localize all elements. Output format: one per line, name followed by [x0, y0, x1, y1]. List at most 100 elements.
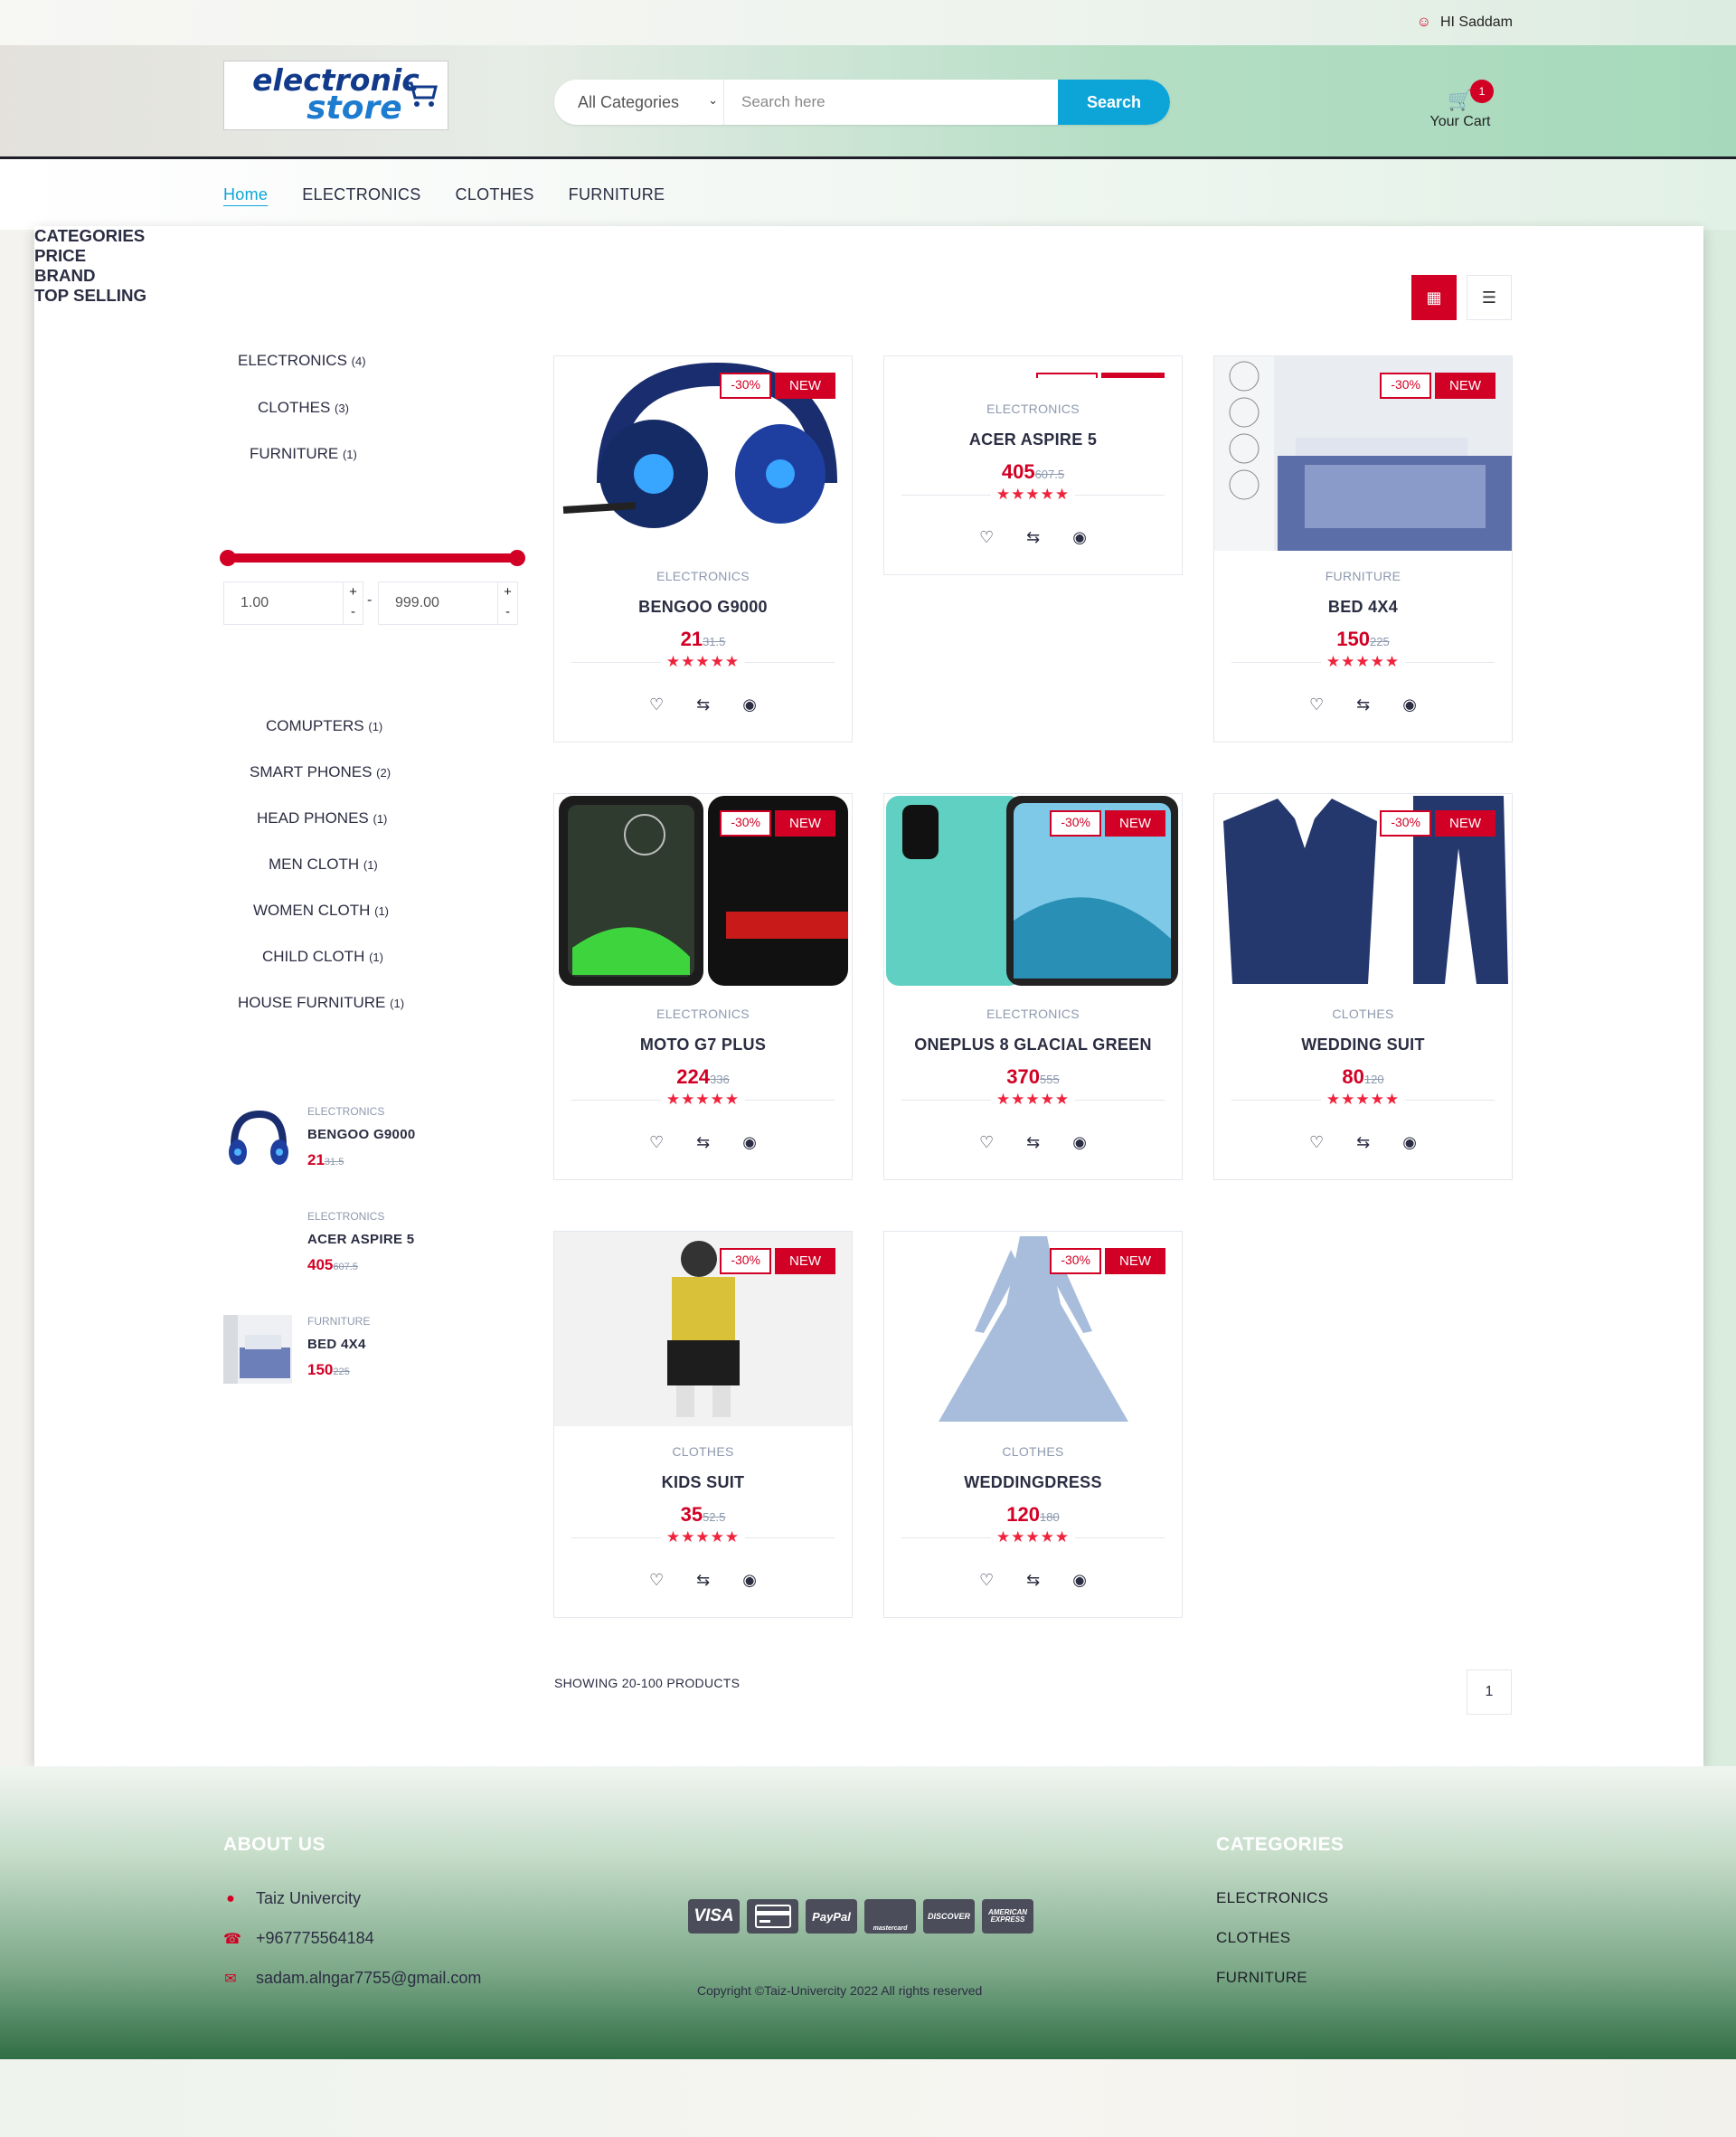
compare-icon[interactable]: ⇆ — [696, 1133, 710, 1152]
product-name[interactable]: BENGOO G9000 — [554, 598, 852, 617]
compare-icon[interactable]: ⇆ — [1356, 695, 1370, 714]
brand-filter-computers[interactable]: COMUPTERS (1) — [266, 717, 382, 735]
product-card[interactable]: -30% NEW CLOTHES WEDDING SUIT 80120 ★★★★★… — [1213, 793, 1513, 1180]
product-image[interactable]: -30% NEW — [1214, 356, 1512, 551]
eye-icon[interactable]: ◉ — [1072, 528, 1087, 547]
visa-card-icon: VISA — [688, 1899, 740, 1934]
search-button[interactable]: Search — [1058, 80, 1170, 125]
product-image[interactable]: -30% NEW — [554, 356, 852, 551]
eye-icon[interactable]: ◉ — [742, 695, 757, 714]
eye-icon[interactable]: ◉ — [1072, 1571, 1087, 1590]
product-price: 120180 — [1006, 1503, 1060, 1526]
footer-link-furniture[interactable]: FURNITURE — [1216, 1969, 1307, 1987]
brand-filter-men-cloth[interactable]: MEN CLOTH (1) — [269, 856, 378, 874]
heart-icon[interactable]: ♡ — [649, 695, 664, 714]
product-card[interactable]: -30% NEW CLOTHES KIDS SUIT 3552.5 ★★★★★ ♡… — [553, 1231, 853, 1618]
product-name[interactable]: BED 4X4 — [1214, 598, 1512, 617]
product-image[interactable]: -30% NEW — [554, 794, 852, 988]
account-link[interactable]: HI Saddam — [1440, 14, 1513, 31]
product-image[interactable]: -30% NEW — [1214, 794, 1512, 988]
new-badge: NEW — [1105, 810, 1165, 837]
category-filter-clothes[interactable]: CLOTHES (3) — [258, 399, 349, 417]
price-slider-max-handle[interactable] — [509, 550, 525, 566]
eye-icon[interactable]: ◉ — [742, 1571, 757, 1590]
heart-icon[interactable]: ♡ — [979, 1571, 994, 1590]
bed-thumbnail — [223, 1315, 292, 1384]
footer-link-electronics[interactable]: ELECTRONICS — [1216, 1889, 1328, 1907]
compare-icon[interactable]: ⇆ — [696, 1571, 710, 1590]
product-rating: ★★★★★ — [1231, 653, 1495, 688]
category-filter-electronics[interactable]: ELECTRONICS (4) — [238, 352, 366, 370]
nav-furniture[interactable]: FURNITURE — [569, 185, 665, 204]
brand-filter-child-cloth[interactable]: CHILD CLOTH (1) — [262, 948, 383, 966]
product-card[interactable]: -30% NEW ELECTRONICS MOTO G7 PLUS 224336 … — [553, 793, 853, 1180]
search-input[interactable] — [724, 80, 1058, 125]
brand-filter-smart-phones[interactable]: SMART PHONES (2) — [250, 763, 391, 781]
price-slider-min-handle[interactable] — [220, 550, 236, 566]
category-select[interactable]: All Categories ⌄ — [554, 80, 724, 125]
price-max-input[interactable]: 999.00 + - — [378, 582, 518, 625]
product-card[interactable]: -30% NEW CLOTHES WEDDINGDRESS 120180 ★★★★… — [883, 1231, 1183, 1618]
categories-title: CATEGORIES — [34, 226, 146, 245]
top-selling-item[interactable]: ELECTRONICS ACER ASPIRE 5 405607.5 — [223, 1210, 513, 1282]
product-category: ELECTRONICS — [656, 569, 750, 583]
product-image-placeholder — [884, 356, 1182, 383]
product-image[interactable]: -30% NEW — [884, 1232, 1182, 1426]
eye-icon[interactable]: ◉ — [742, 1133, 757, 1152]
category-filter-furniture[interactable]: FURNITURE (1) — [250, 445, 357, 463]
product-name[interactable]: ACER ASPIRE 5 — [884, 430, 1182, 449]
user-icon: ☺ — [1416, 14, 1431, 30]
product-name[interactable]: KIDS SUIT — [554, 1473, 852, 1492]
product-category: CLOTHES — [672, 1444, 734, 1459]
heart-icon[interactable]: ♡ — [649, 1133, 664, 1152]
nav-electronics[interactable]: ELECTRONICS — [302, 185, 420, 204]
payment-methods: VISA PayPal mastercard DISCOVER AMERICAN… — [688, 1899, 1033, 1934]
discount-badge: -30% — [720, 373, 771, 399]
product-image[interactable]: -30% NEW — [554, 1232, 852, 1426]
product-card[interactable]: -30% NEW ELECTRONICS ONEPLUS 8 GLACIAL GR… — [883, 793, 1183, 1180]
price-slider[interactable] — [220, 550, 525, 566]
nav-home[interactable]: Home — [223, 185, 268, 204]
pagination-page-1[interactable]: 1 — [1467, 1669, 1512, 1715]
product-rating: ★★★★★ — [571, 1528, 835, 1564]
brand-filter-head-phones[interactable]: HEAD PHONES (1) — [257, 809, 387, 827]
cart-button[interactable]: 🛒 1 Your Cart — [1410, 80, 1510, 130]
list-view-button[interactable]: ☰ — [1467, 275, 1512, 320]
grid-icon: ▦ — [1426, 288, 1442, 307]
heart-icon[interactable]: ♡ — [1309, 695, 1324, 714]
product-card[interactable]: -30% NEW ELECTRONICS BENGOO G9000 2131.5 … — [553, 355, 853, 742]
footer-email[interactable]: ✉ sadam.alngar7755@gmail.com — [223, 1969, 481, 1988]
compare-icon[interactable]: ⇆ — [1356, 1133, 1370, 1152]
price-min-stepper[interactable]: + - — [343, 582, 363, 624]
new-badge: NEW — [775, 1248, 835, 1274]
product-name[interactable]: ONEPLUS 8 GLACIAL GREEN — [884, 1035, 1182, 1054]
eye-icon[interactable]: ◉ — [1402, 695, 1417, 714]
brand-filter-women-cloth[interactable]: WOMEN CLOTH (1) — [253, 902, 389, 920]
compare-icon[interactable]: ⇆ — [1026, 1571, 1040, 1590]
compare-icon[interactable]: ⇆ — [1026, 528, 1040, 547]
product-image[interactable]: -30% NEW — [884, 794, 1182, 988]
store-logo[interactable]: electronic store — [223, 61, 448, 130]
nav-clothes[interactable]: CLOTHES — [456, 185, 534, 204]
footer-phone[interactable]: ☎ +967775564184 — [223, 1929, 374, 1948]
compare-icon[interactable]: ⇆ — [1026, 1133, 1040, 1152]
product-card[interactable]: -30% NEW FURNITURE BED 4X4 150225 ★★★★★ ♡… — [1213, 355, 1513, 742]
footer-link-clothes[interactable]: CLOTHES — [1216, 1929, 1290, 1947]
product-name[interactable]: MOTO G7 PLUS — [554, 1035, 852, 1054]
heart-icon[interactable]: ♡ — [979, 528, 994, 547]
top-selling-item[interactable]: FURNITURE BED 4X4 150225 — [223, 1315, 513, 1387]
eye-icon[interactable]: ◉ — [1072, 1133, 1087, 1152]
price-min-input[interactable]: 1.00 + - — [223, 582, 363, 625]
price-max-stepper[interactable]: + - — [497, 582, 517, 624]
product-name[interactable]: WEDDING SUIT — [1214, 1035, 1512, 1054]
heart-icon[interactable]: ♡ — [649, 1571, 664, 1590]
heart-icon[interactable]: ♡ — [1309, 1133, 1324, 1152]
product-name[interactable]: WEDDINGDRESS — [884, 1473, 1182, 1492]
compare-icon[interactable]: ⇆ — [696, 695, 710, 714]
heart-icon[interactable]: ♡ — [979, 1133, 994, 1152]
grid-view-button[interactable]: ▦ — [1411, 275, 1457, 320]
brand-filter-house-furniture[interactable]: HOUSE FURNITURE (1) — [238, 994, 404, 1012]
top-selling-item[interactable]: ELECTRONICS BENGOO G9000 2131.5 — [223, 1105, 513, 1177]
eye-icon[interactable]: ◉ — [1402, 1133, 1417, 1152]
product-card[interactable]: ELECTRONICS ACER ASPIRE 5 405607.5 ★★★★★… — [883, 355, 1183, 575]
